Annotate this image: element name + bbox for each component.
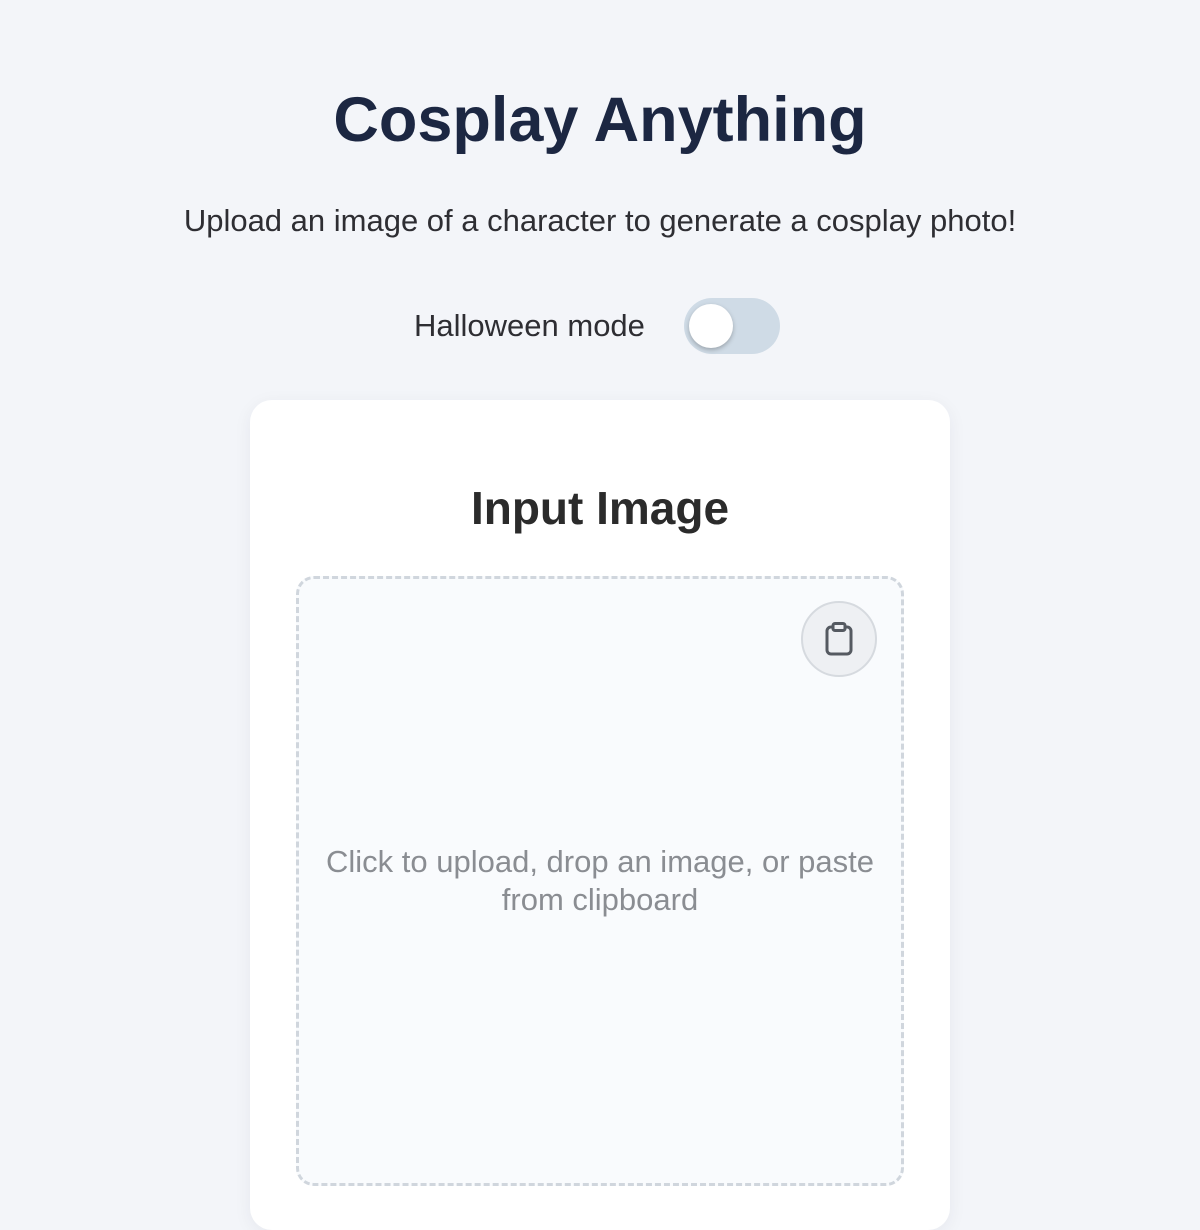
input-image-title: Input Image: [470, 482, 730, 534]
toggle-knob: [689, 304, 733, 348]
input-image-card: Input Image Click to upload, drop an ima…: [250, 400, 950, 1230]
halloween-mode-toggle[interactable]: [684, 298, 780, 354]
dropzone-instructions: Click to upload, drop an image, or paste…: [326, 844, 874, 917]
page-subtitle: Upload an image of a character to genera…: [183, 203, 1017, 238]
image-upload-dropzone[interactable]: Click to upload, drop an image, or paste…: [296, 576, 904, 1186]
paste-from-clipboard-button[interactable]: [801, 601, 877, 677]
clipboard-icon: [825, 622, 853, 656]
halloween-mode-label: Halloween mode: [414, 308, 645, 343]
page-title: Cosplay Anything: [333, 85, 867, 155]
